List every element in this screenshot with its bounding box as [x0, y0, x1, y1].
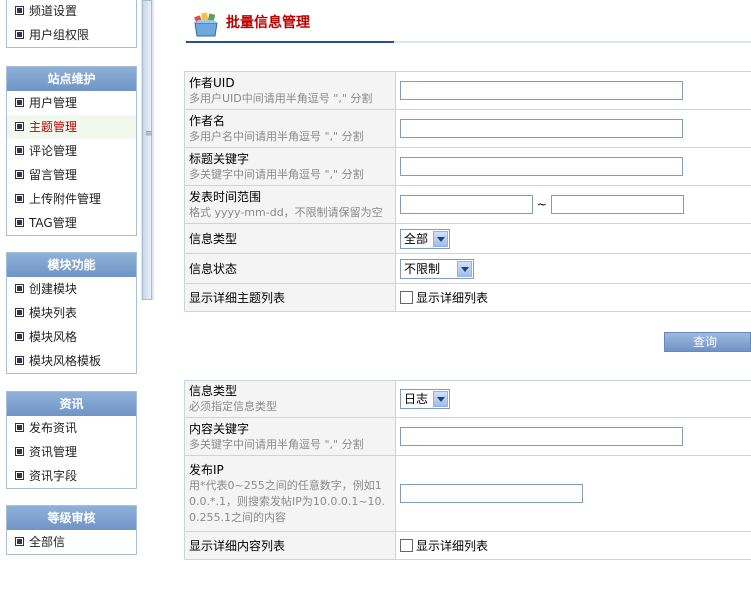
- field-hint: 多用户UID中间请用半角逗号 "," 分割: [189, 91, 373, 105]
- chevron-down-icon: [457, 260, 472, 277]
- form-row-keyword: 标题关键字 多关键字中间请用半角逗号 "," 分割: [184, 147, 751, 186]
- grip-icon: ≡: [145, 129, 153, 139]
- bullet-icon: [15, 122, 24, 131]
- content-keyword-input[interactable]: [400, 427, 683, 446]
- form-row-author: 作者名 多用户名中间请用半角逗号 "," 分割: [184, 109, 751, 148]
- form-row-status: 信息状态 不限制: [184, 253, 751, 284]
- bullet-icon: [15, 6, 24, 15]
- form-row-detail: 显示详细主题列表 显示详细列表: [184, 283, 751, 312]
- ip-input[interactable]: [400, 484, 583, 503]
- sidebar-item-usergroup-permissions[interactable]: 用户组权限: [7, 23, 136, 47]
- author-uid-input[interactable]: [400, 81, 683, 100]
- field-label: 信息状态: [184, 253, 396, 284]
- sidebar-item-channel-settings[interactable]: 频道设置: [7, 0, 136, 23]
- bullet-icon: [15, 471, 24, 480]
- field-hint: 必须指定信息类型: [189, 400, 277, 413]
- content-detail-checkbox[interactable]: [400, 539, 413, 552]
- date-separator: ~: [536, 197, 547, 212]
- title-keyword-input[interactable]: [400, 157, 683, 176]
- field-label: 发表时间范围: [189, 189, 262, 204]
- panel-title[interactable]: 模块功能: [7, 253, 136, 277]
- form-row-date-range: 发表时间范围 格式 yyyy-mm-dd，不限制请保留为空 ~: [184, 185, 751, 224]
- main-content: 批量信息管理 作者UID 多用户UID中间请用半角逗号 "," 分割 作者名 多…: [160, 0, 751, 605]
- bullet-icon: [15, 356, 24, 365]
- bullet-icon: [15, 218, 24, 227]
- sidebar: 频道设置 用户组权限 站点维护 用户管理 主题管理 评论管理 留言管理 上传附件…: [0, 0, 140, 605]
- field-hint: 多用户名中间请用半角逗号 "," 分割: [189, 129, 364, 143]
- site-maintenance-panel: 站点维护 用户管理 主题管理 评论管理 留言管理 上传附件管理 TAG管理: [6, 66, 137, 236]
- field-hint: 用*代表0~255之间的任意数字，例如10.0.*.1，则搜索发帖IP为10.0…: [189, 478, 386, 524]
- field-hint: 多关键字中间请用半角逗号 "," 分割: [189, 437, 364, 451]
- info-status-select[interactable]: 不限制: [400, 258, 474, 279]
- chevron-down-icon: [433, 230, 448, 247]
- sidebar-item-module-style-template[interactable]: 模块风格模板: [7, 349, 136, 373]
- form-row-content-keyword: 内容关键字 多关键字中间请用半角逗号 "," 分割: [184, 417, 751, 456]
- form-row-uid: 作者UID 多用户UID中间请用半角逗号 "," 分割: [184, 71, 751, 110]
- sidebar-item-topic-management[interactable]: 主题管理: [7, 115, 136, 139]
- sidebar-item-comment-management[interactable]: 评论管理: [7, 139, 136, 163]
- level-review-panel: 等级审核 全部信: [6, 505, 137, 555]
- bullet-icon: [15, 308, 24, 317]
- field-label: 显示详细内容列表: [184, 531, 396, 560]
- content-type-select[interactable]: 日志: [400, 389, 450, 409]
- field-label: 信息类型: [184, 223, 396, 254]
- bullet-icon: [15, 170, 24, 179]
- bullet-icon: [15, 537, 24, 546]
- title-divider: [186, 41, 751, 43]
- field-label: 显示详细主题列表: [184, 283, 396, 312]
- package-icon: [194, 12, 218, 37]
- field-label: 发布IP: [189, 462, 224, 477]
- checkbox-label[interactable]: 显示详细列表: [416, 539, 488, 553]
- scrollbar-thumb[interactable]: ≡: [142, 0, 153, 300]
- bullet-icon: [15, 332, 24, 341]
- chevron-down-icon: [433, 391, 448, 407]
- news-panel: 资讯 发布资讯 资讯管理 资讯字段: [6, 391, 137, 489]
- bullet-icon: [15, 447, 24, 456]
- system-panel: 频道设置 用户组权限: [6, 0, 137, 48]
- sidebar-item-create-module[interactable]: 创建模块: [7, 277, 136, 301]
- form-row-ip: 发布IP 用*代表0~255之间的任意数字，例如10.0.*.1，则搜索发帖IP…: [184, 455, 751, 532]
- sidebar-scrollbar[interactable]: ≡: [141, 0, 154, 300]
- field-hint: 格式 yyyy-mm-dd，不限制请保留为空: [189, 205, 383, 219]
- bullet-icon: [15, 30, 24, 39]
- sidebar-item-attachment-management[interactable]: 上传附件管理: [7, 187, 136, 211]
- sidebar-item-message-management[interactable]: 留言管理: [7, 163, 136, 187]
- field-label: 标题关键字: [189, 151, 250, 166]
- bullet-icon: [15, 423, 24, 432]
- panel-title[interactable]: 资讯: [7, 392, 136, 416]
- field-label: 信息类型: [189, 384, 238, 398]
- panel-title[interactable]: 等级审核: [7, 506, 136, 530]
- bullet-icon: [15, 194, 24, 203]
- sidebar-item-module-style[interactable]: 模块风格: [7, 325, 136, 349]
- field-label: 作者名: [189, 113, 226, 128]
- query-button[interactable]: 查询: [664, 332, 751, 352]
- field-label: 作者UID: [189, 75, 235, 90]
- detail-list-checkbox[interactable]: [400, 291, 413, 304]
- checkbox-label[interactable]: 显示详细列表: [416, 291, 488, 305]
- sidebar-item-news-management[interactable]: 资讯管理: [7, 440, 136, 464]
- field-hint: 多关键字中间请用半角逗号 "," 分割: [189, 167, 364, 181]
- sidebar-item-publish-news[interactable]: 发布资讯: [7, 416, 136, 440]
- panel-title[interactable]: 站点维护: [7, 67, 136, 91]
- sidebar-item-all[interactable]: 全部信: [7, 530, 136, 554]
- form-row-type: 信息类型 全部: [184, 223, 751, 254]
- form-row-content-type: 信息类型 必须指定信息类型 日志: [184, 380, 751, 418]
- module-panel: 模块功能 创建模块 模块列表 模块风格 模块风格模板: [6, 252, 137, 374]
- sidebar-item-user-management[interactable]: 用户管理: [7, 91, 136, 115]
- form-row-content-detail: 显示详细内容列表 显示详细列表: [184, 531, 751, 560]
- page-title: 批量信息管理: [226, 15, 310, 31]
- bullet-icon: [15, 98, 24, 107]
- date-to-input[interactable]: [550, 195, 684, 214]
- bullet-icon: [15, 284, 24, 293]
- author-name-input[interactable]: [400, 119, 683, 138]
- topic-filter-form: 作者UID 多用户UID中间请用半角逗号 "," 分割 作者名 多用户名中间请用…: [184, 71, 751, 312]
- date-from-input[interactable]: [400, 195, 533, 214]
- content-filter-form: 信息类型 必须指定信息类型 日志 内容关键字 多关键字中间请用半角逗号 "," …: [184, 380, 751, 560]
- sidebar-item-module-list[interactable]: 模块列表: [7, 301, 136, 325]
- sidebar-item-tag-management[interactable]: TAG管理: [7, 211, 136, 235]
- sidebar-item-news-fields[interactable]: 资讯字段: [7, 464, 136, 488]
- info-type-select[interactable]: 全部: [400, 228, 450, 249]
- field-label: 内容关键字: [189, 421, 250, 436]
- bullet-icon: [15, 146, 24, 155]
